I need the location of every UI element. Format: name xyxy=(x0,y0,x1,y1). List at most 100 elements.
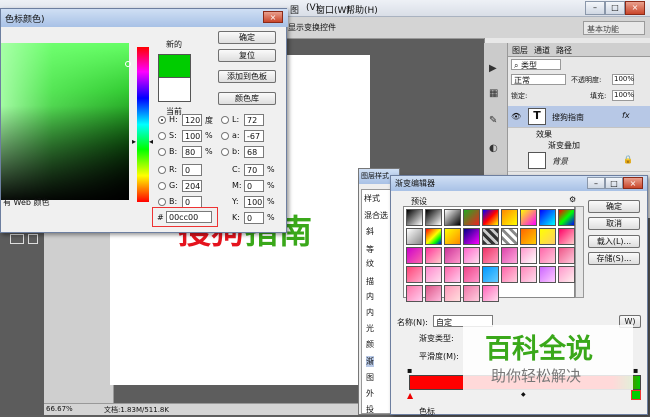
magenta-input[interactable]: 0 xyxy=(244,180,264,192)
saturation-input[interactable]: 100 xyxy=(182,130,202,142)
gradient-preset[interactable] xyxy=(482,247,499,264)
gradient-preset[interactable] xyxy=(520,266,537,283)
hue-slider[interactable] xyxy=(137,47,149,202)
menu-item-window[interactable]: 窗口(W) xyxy=(316,3,350,16)
brightness-input[interactable]: 80 xyxy=(182,146,202,158)
style-item[interactable]: 纹 xyxy=(366,258,374,269)
fill-input[interactable]: 100% xyxy=(612,90,634,101)
minimize-button[interactable]: – xyxy=(587,177,605,189)
cyan-input[interactable]: 70 xyxy=(244,164,264,176)
menu-item-help[interactable]: 帮助(H) xyxy=(346,3,378,16)
current-color-swatch[interactable] xyxy=(158,78,191,102)
gradient-preset[interactable] xyxy=(539,228,556,245)
gradient-preset[interactable] xyxy=(463,209,480,226)
tool-icon[interactable] xyxy=(10,234,24,244)
gradient-preset[interactable] xyxy=(539,247,556,264)
hue-arrow-right-icon[interactable]: ◂ xyxy=(149,137,153,146)
gradient-preset[interactable] xyxy=(444,285,461,302)
close-button[interactable]: × xyxy=(263,11,283,23)
gradient-preset[interactable] xyxy=(425,266,442,283)
eye-icon[interactable]: 👁 xyxy=(511,112,521,121)
brush-icon[interactable]: ✎ xyxy=(489,115,497,126)
l-radio[interactable] xyxy=(221,116,229,124)
close-button[interactable]: × xyxy=(625,1,645,15)
blue-radio[interactable] xyxy=(158,198,166,206)
tab-channels[interactable]: 通道 xyxy=(534,45,550,56)
style-item[interactable]: 斜 xyxy=(366,226,374,237)
tool-icon[interactable] xyxy=(28,234,38,244)
close-button[interactable]: × xyxy=(623,177,643,189)
gradient-preset[interactable] xyxy=(520,228,537,245)
save-button[interactable]: 存储(S)... xyxy=(588,252,640,265)
style-item[interactable]: 图 xyxy=(366,372,374,383)
show-transform-label[interactable]: 显示变换控件 xyxy=(288,22,336,33)
gradient-preset[interactable] xyxy=(558,266,575,283)
gradient-preset[interactable] xyxy=(501,228,518,245)
gradient-preset[interactable] xyxy=(482,228,499,245)
gradient-preset[interactable] xyxy=(482,209,499,226)
style-item[interactable]: 混合选 xyxy=(364,210,388,221)
color-stop-icon[interactable]: ▲ xyxy=(407,391,413,400)
gradient-preset[interactable] xyxy=(406,228,423,245)
gradient-preset[interactable] xyxy=(558,228,575,245)
gradient-preset[interactable] xyxy=(444,247,461,264)
color-cursor[interactable] xyxy=(125,61,131,67)
hue-arrow-left-icon[interactable]: ▸ xyxy=(132,137,136,146)
style-item[interactable]: 等 xyxy=(366,244,374,255)
minimize-button[interactable]: – xyxy=(585,1,605,15)
gradient-preset[interactable] xyxy=(539,209,556,226)
workspace-select[interactable]: 基本功能 xyxy=(583,21,645,35)
play-icon[interactable]: ▶ xyxy=(489,63,497,74)
gradient-preset[interactable] xyxy=(520,209,537,226)
layer-row[interactable]: 背景 🔒 xyxy=(508,150,650,172)
gradient-preset[interactable] xyxy=(482,285,499,302)
s-radio[interactable] xyxy=(158,132,166,140)
h-radio[interactable] xyxy=(158,116,166,124)
gradient-preset[interactable] xyxy=(444,228,461,245)
midpoint-icon[interactable]: ◆ xyxy=(521,391,526,398)
menu-item-image[interactable]: 图 xyxy=(290,3,299,16)
gradient-preset[interactable] xyxy=(406,285,423,302)
a-input[interactable]: -67 xyxy=(244,130,264,142)
add-to-swatches-button[interactable]: 添加到色板 xyxy=(218,70,276,83)
adjust-icon[interactable]: ◐ xyxy=(489,143,498,154)
hue-input[interactable]: 120 xyxy=(182,114,202,126)
blend-mode-select[interactable]: 正常 xyxy=(511,74,566,85)
gradient-preset[interactable] xyxy=(558,209,575,226)
gradient-preset[interactable] xyxy=(406,209,423,226)
r-radio[interactable] xyxy=(158,166,166,174)
gradient-preset[interactable] xyxy=(463,247,480,264)
gradient-preset[interactable] xyxy=(444,209,461,226)
only-web-colors-label[interactable]: 有 Web 颜色 xyxy=(3,197,50,208)
gradient-preset[interactable] xyxy=(406,266,423,283)
ok-button[interactable]: 确定 xyxy=(588,200,640,213)
gradient-preset[interactable] xyxy=(425,209,442,226)
gradient-preset[interactable] xyxy=(463,228,480,245)
gradient-preset[interactable] xyxy=(482,266,499,283)
style-item-gradient-overlay[interactable]: 渐 xyxy=(366,356,374,367)
gradient-preset[interactable] xyxy=(501,266,518,283)
style-item[interactable]: 内 xyxy=(366,291,374,302)
lab-b-radio[interactable] xyxy=(221,148,229,156)
tab-layers[interactable]: 图层 xyxy=(512,45,528,56)
opacity-stop-icon[interactable]: ▪ xyxy=(633,366,638,375)
tab-paths[interactable]: 路径 xyxy=(556,45,572,56)
black-input[interactable]: 0 xyxy=(244,212,264,224)
ok-button[interactable]: 确定 xyxy=(218,31,276,44)
g-radio[interactable] xyxy=(158,182,166,190)
green-input[interactable]: 204 xyxy=(182,180,202,192)
lab-b-input[interactable]: 68 xyxy=(244,146,264,158)
layer-kind-filter[interactable]: ⌕ 类型 xyxy=(511,59,561,70)
l-input[interactable]: 72 xyxy=(244,114,264,126)
gradient-preset[interactable] xyxy=(425,247,442,264)
gradient-preset[interactable] xyxy=(463,285,480,302)
gradient-preset[interactable] xyxy=(444,266,461,283)
reset-button[interactable]: 复位 xyxy=(218,49,276,62)
style-item[interactable]: 样式 xyxy=(364,193,380,204)
style-item[interactable]: 外 xyxy=(366,388,374,399)
b-radio[interactable] xyxy=(158,148,166,156)
history-icon[interactable]: ▦ xyxy=(489,88,498,99)
presets-scrollbar[interactable] xyxy=(575,206,584,298)
a-radio[interactable] xyxy=(221,132,229,140)
style-item[interactable]: 描 xyxy=(366,276,374,287)
